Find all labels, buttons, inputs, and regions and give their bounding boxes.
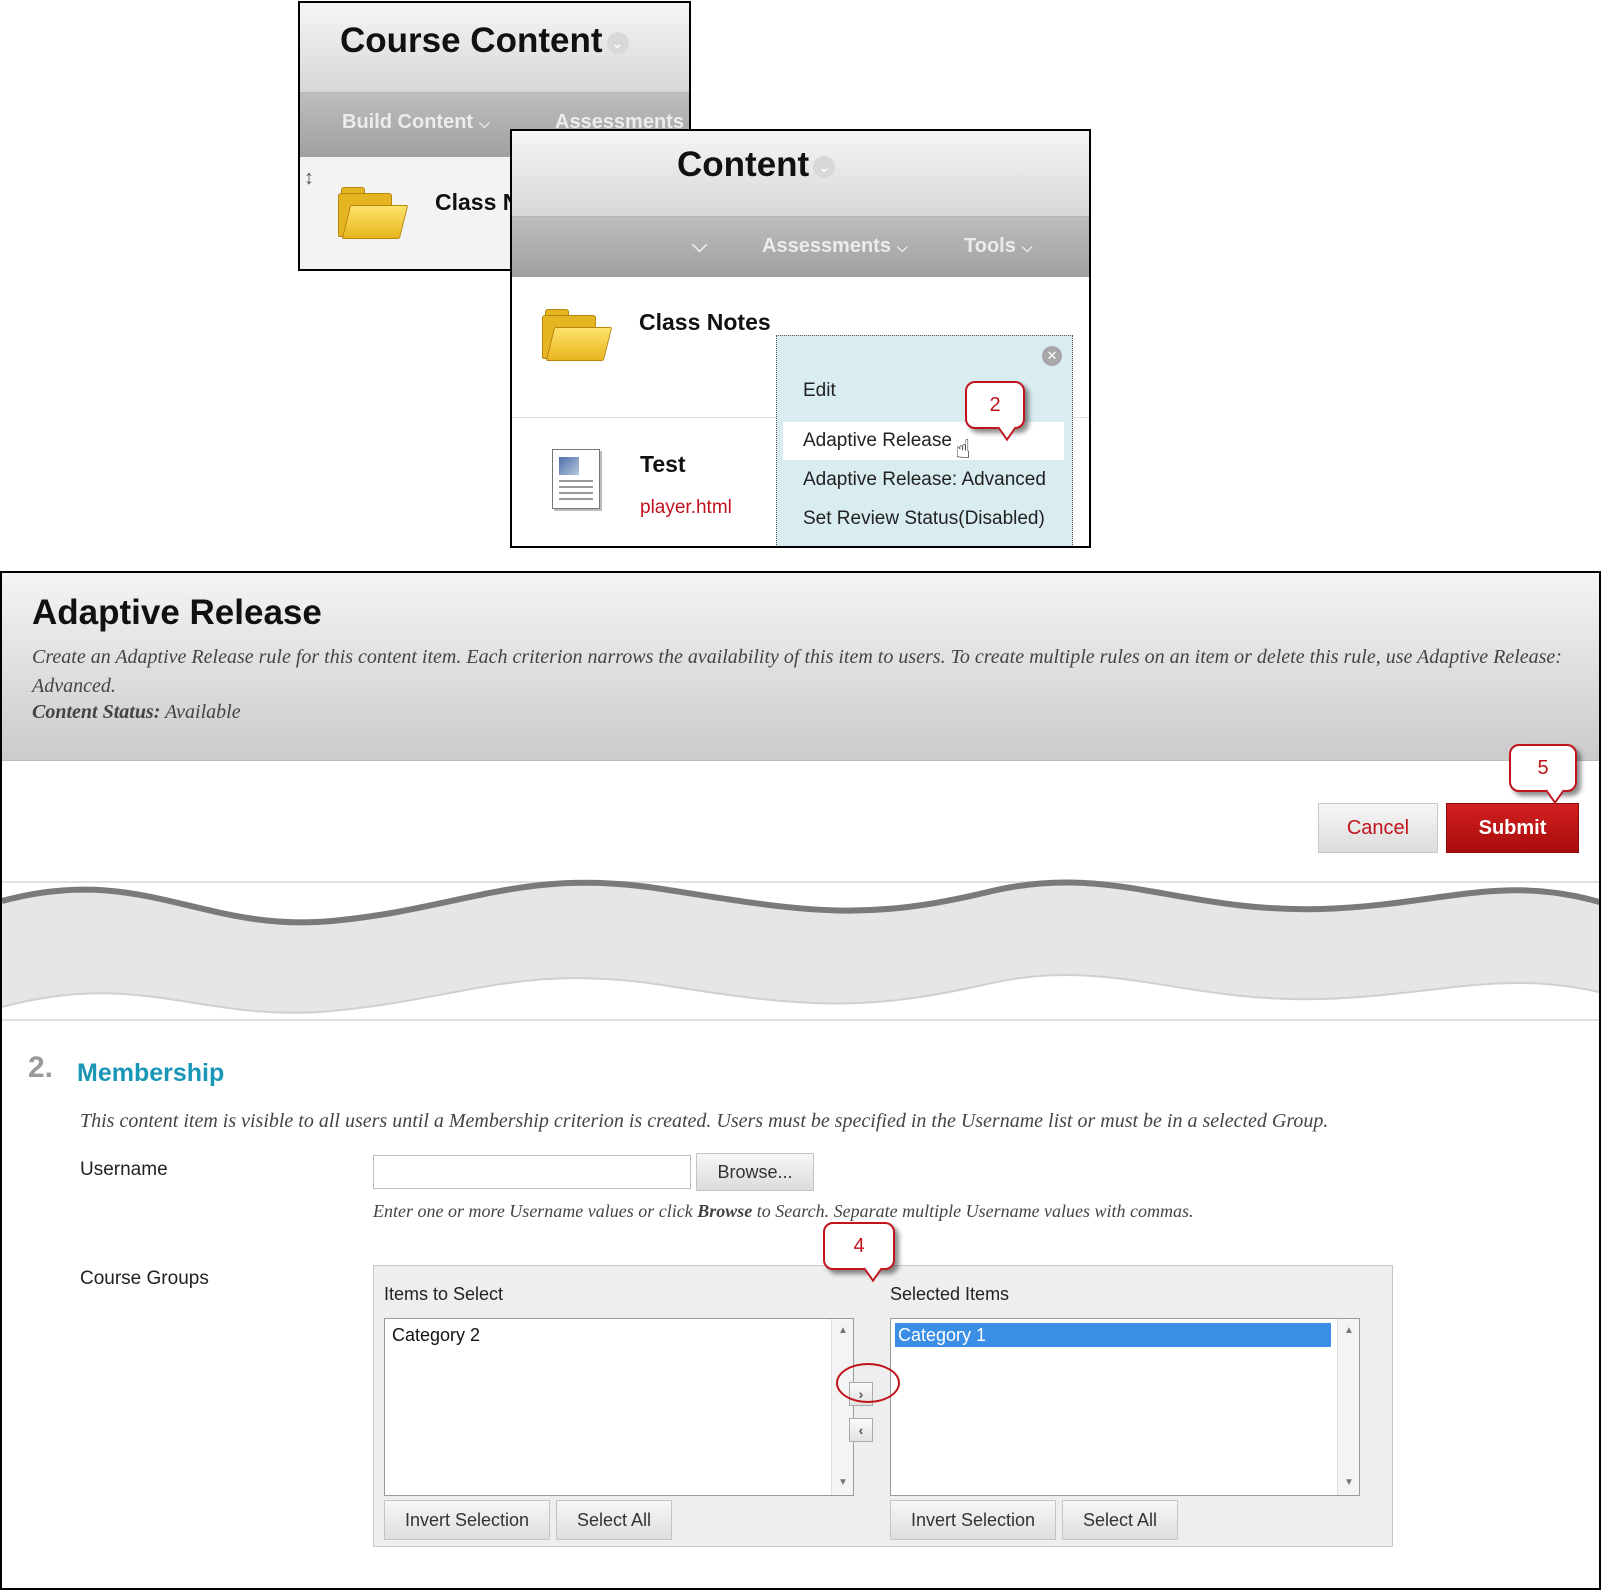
panel-header: Content ⌄ xyxy=(512,131,1089,217)
chevron-down-icon: ⌵ xyxy=(1021,239,1033,255)
course-groups-picker: Items to Select Selected Items Category … xyxy=(373,1265,1393,1547)
document-icon xyxy=(552,449,600,509)
browse-button[interactable]: Browse... xyxy=(696,1153,814,1191)
items-to-select-list[interactable]: Category 2 ▲ ▼ xyxy=(384,1318,854,1496)
chevron-down-icon: ⌵ xyxy=(479,115,490,131)
scrollbar[interactable]: ▲ ▼ xyxy=(831,1319,853,1495)
list-item[interactable]: Category 1 xyxy=(895,1323,1331,1347)
step-callout-5: 5 xyxy=(1509,744,1577,805)
chevron-down-icon[interactable]: ⌵ xyxy=(692,235,707,258)
chevron-down-icon[interactable]: ⌄ xyxy=(606,31,629,54)
scroll-down-icon[interactable]: ▼ xyxy=(1338,1473,1360,1493)
step-callout-4: 4 xyxy=(823,1222,895,1283)
tools-menu[interactable]: Tools ⌵ xyxy=(964,235,1032,258)
highlight-ring xyxy=(836,1363,900,1403)
submit-button[interactable]: Submit xyxy=(1446,803,1579,853)
folder-icon xyxy=(338,187,409,239)
page-title: Adaptive Release xyxy=(32,593,322,632)
list-item[interactable]: Category 2 xyxy=(389,1323,825,1347)
close-icon[interactable]: ✕ xyxy=(1042,346,1062,366)
panel-header: Course Content ⌄ xyxy=(300,3,689,93)
folder-icon xyxy=(542,309,613,361)
attachment-link[interactable]: player.html xyxy=(640,497,732,519)
page-description: Create an Adaptive Release rule for this… xyxy=(32,646,1562,697)
divider xyxy=(2,1019,1599,1021)
chevron-down-icon: ⌵ xyxy=(896,239,908,255)
scroll-down-icon[interactable]: ▼ xyxy=(832,1473,854,1493)
items-to-select-label: Items to Select xyxy=(384,1284,504,1304)
content-item-title[interactable]: Test xyxy=(640,451,686,478)
section-title: Membership xyxy=(77,1059,225,1087)
scrollbar[interactable]: ▲ ▼ xyxy=(1337,1319,1359,1495)
menu-item-adaptive-release-advanced[interactable]: Adaptive Release: Advanced xyxy=(803,469,1046,491)
selected-items-label: Selected Items xyxy=(890,1284,1010,1304)
menu-item-set-review-status[interactable]: Set Review Status(Disabled) xyxy=(803,508,1045,530)
page-title: Content xyxy=(677,145,810,184)
adaptive-release-page: Adaptive Release Create an Adaptive Rele… xyxy=(0,571,1601,1590)
course-groups-label: Course Groups xyxy=(80,1268,209,1289)
username-input[interactable] xyxy=(373,1155,691,1189)
item-context-menu: ✕ Edit Adaptive Release Adaptive Release… xyxy=(776,335,1073,546)
scroll-up-icon[interactable]: ▲ xyxy=(1338,1321,1360,1341)
selected-items-list[interactable]: Category 1 ▲ ▼ xyxy=(890,1318,1360,1496)
page-header: Adaptive Release Create an Adaptive Rele… xyxy=(2,573,1599,761)
menu-item-edit[interactable]: Edit xyxy=(803,380,836,402)
section-description: This content item is visible to all user… xyxy=(80,1110,1329,1132)
username-hint: Enter one or more Username values or cli… xyxy=(373,1201,1194,1221)
assessments-menu[interactable]: Assessments ⌵ xyxy=(762,235,908,258)
build-content-menu[interactable]: Build Content ⌵ xyxy=(342,111,490,134)
menu-item-adaptive-release[interactable]: Adaptive Release xyxy=(803,430,952,452)
section-number: 2. xyxy=(28,1051,54,1084)
chevron-down-icon[interactable]: ⌄ xyxy=(813,155,836,178)
content-item-title[interactable]: Class Notes xyxy=(639,309,771,336)
invert-selection-button[interactable]: Invert Selection xyxy=(890,1500,1056,1540)
page-title: Course Content xyxy=(340,21,603,60)
invert-selection-button[interactable]: Invert Selection xyxy=(384,1500,550,1540)
cancel-button[interactable]: Cancel xyxy=(1318,803,1438,853)
move-handle-icon[interactable]: ↕ xyxy=(304,167,314,190)
course-content-panel-after: Content ⌄ ⌵ Assessments ⌵ Tools ⌵ Class Not… xyxy=(510,129,1091,548)
scroll-up-icon[interactable]: ▲ xyxy=(832,1321,854,1341)
select-all-button[interactable]: Select All xyxy=(556,1500,672,1540)
move-left-button[interactable]: ‹ xyxy=(849,1418,873,1442)
select-all-button[interactable]: Select All xyxy=(1062,1500,1178,1540)
page-break-wave xyxy=(2,879,1599,1023)
username-label: Username xyxy=(80,1159,168,1180)
step-callout-2: 2 xyxy=(965,381,1025,442)
pointer-hand-icon: ☝ xyxy=(955,434,971,464)
content-status: Content Status: Available xyxy=(32,701,241,723)
content-nav-bar: ⌵ Assessments ⌵ Tools ⌵ xyxy=(512,217,1089,277)
